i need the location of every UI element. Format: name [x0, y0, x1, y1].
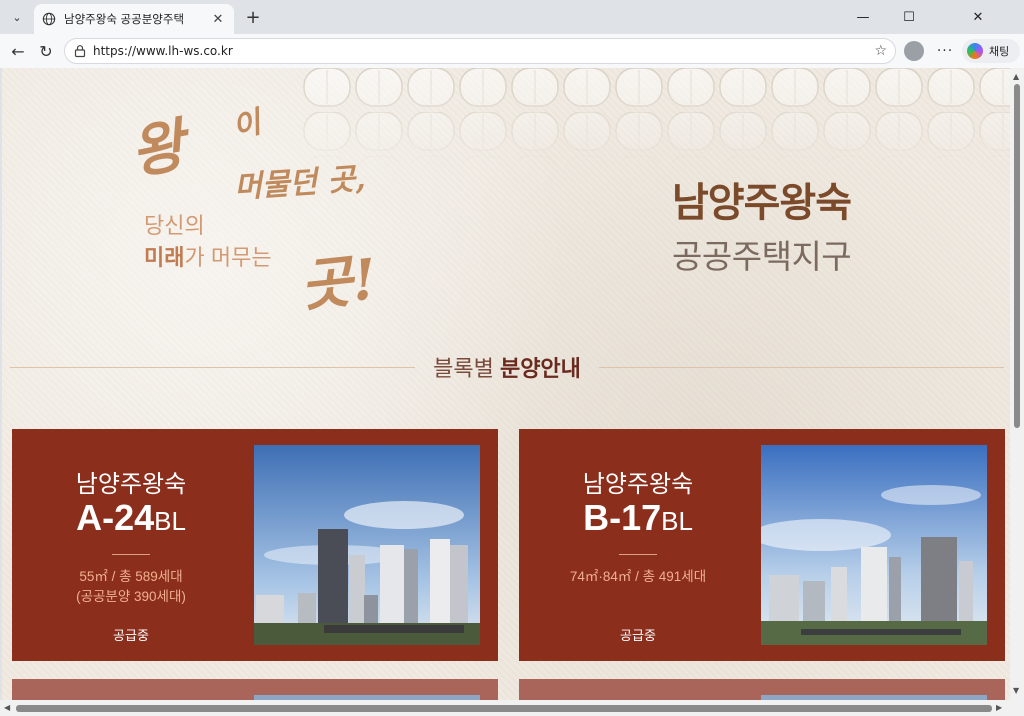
- copilot-icon: [967, 43, 983, 59]
- back-arrow-icon: ←: [11, 41, 25, 61]
- slogan-script-end: 곳!: [297, 246, 380, 320]
- card-block-code: B-17BL: [519, 499, 757, 540]
- maximize-button[interactable]: ☐: [886, 0, 932, 34]
- card-apartment-photo: [254, 445, 480, 645]
- refresh-icon: ↻: [39, 41, 53, 61]
- scroll-right-icon[interactable]: ▶: [996, 703, 1002, 712]
- section-title: 블록별 분양안내: [415, 351, 599, 383]
- url-text: https://www.lh-ws.co.kr: [93, 44, 233, 58]
- block-card-next-row[interactable]: [12, 679, 498, 700]
- horizontal-scrollbar[interactable]: ◀ ▶: [0, 700, 1024, 716]
- block-card-a24[interactable]: 남양주왕숙 A-24BL 55㎡ / 총 589세대 (공공분양 390세대) …: [12, 429, 498, 661]
- close-window-button[interactable]: ✕: [932, 0, 1024, 34]
- card-size-line1: 74㎡·84㎡ / 총 491세대: [569, 569, 707, 584]
- scroll-down-icon[interactable]: ▼: [1013, 686, 1019, 695]
- block-card-b17[interactable]: 남양주왕숙 B-17BL 74㎡·84㎡ / 총 491세대 공급중: [519, 429, 1005, 661]
- refresh-button[interactable]: ↻: [34, 39, 58, 63]
- new-tab-button[interactable]: +: [242, 6, 264, 28]
- minimize-button[interactable]: —: [840, 0, 886, 34]
- close-tab-icon[interactable]: ✕: [210, 12, 226, 27]
- section-title-bold: 분양안내: [499, 356, 581, 381]
- tab-bar: ⌄ 남양주왕숙 공공분양주택 ✕ + — ☐ ✕: [0, 0, 1024, 34]
- tab-list-button[interactable]: ⌄: [6, 6, 28, 28]
- hero-title-main: 남양주왕숙: [672, 181, 852, 225]
- copilot-chat-button[interactable]: 채팅: [962, 39, 1020, 63]
- card-info: 남양주왕숙 B-17BL 74㎡·84㎡ / 총 491세대 공급중: [519, 429, 757, 661]
- browser-tab[interactable]: 남양주왕숙 공공분양주택 ✕: [34, 4, 234, 34]
- back-button[interactable]: ←: [6, 39, 30, 63]
- slogan-script-wang: 왕: [125, 110, 190, 188]
- card-complex-name: 남양주왕숙: [75, 471, 187, 498]
- card-block-code: A-24BL: [12, 499, 250, 540]
- hero-slogan: 왕 이 머물던 곳, 당신의 미래가 머무는 곳!: [122, 98, 462, 348]
- card-size-line1: 55㎡ / 총 589세대: [79, 569, 183, 584]
- page-viewport: 왕 이 머물던 곳, 당신의 미래가 머무는 곳! 남양주왕숙 공공주택지구 블…: [2, 68, 1010, 700]
- slogan-sub-bold: 미래: [144, 245, 185, 270]
- slogan-script-i: 이: [228, 104, 265, 146]
- lock-icon: [74, 45, 86, 58]
- card-status: 공급중: [113, 628, 149, 643]
- address-bar[interactable]: https://www.lh-ws.co.kr ☆: [64, 38, 896, 64]
- block-card-next-row[interactable]: [519, 679, 1005, 700]
- more-menu-button[interactable]: ···: [934, 40, 956, 62]
- horizontal-scroll-thumb[interactable]: [16, 705, 992, 712]
- card-apartment-photo: [761, 445, 987, 645]
- card-block-number: B-17: [583, 497, 662, 538]
- scroll-up-icon[interactable]: ▲: [1013, 72, 1019, 81]
- browser-toolbar: ← ↻ https://www.lh-ws.co.kr ☆ ··· 채팅: [0, 34, 1024, 68]
- card-info: 남양주왕숙 A-24BL 55㎡ / 총 589세대 (공공분양 390세대) …: [12, 429, 250, 661]
- vertical-scrollbar[interactable]: ▲ ▼: [1010, 68, 1024, 700]
- hero-title-sub: 공공주택지구: [672, 238, 852, 275]
- copilot-label: 채팅: [989, 45, 1010, 58]
- section-heading: 블록별 분양안내: [10, 351, 1005, 383]
- slogan-sub-line2: 미래가 머무는: [144, 240, 272, 272]
- card-complex-name: 남양주왕숙: [582, 471, 694, 498]
- card-divider: [619, 554, 657, 555]
- chevron-down-icon: ⌄: [12, 10, 22, 24]
- card-divider: [112, 554, 150, 555]
- hero-title: 남양주왕숙 공공주택지구: [672, 170, 932, 278]
- card-size-line2: (공공분양 390세대): [76, 589, 186, 604]
- heading-divider-right: [598, 366, 1005, 368]
- tab-title: 남양주왕숙 공공분양주택: [64, 12, 185, 26]
- profile-avatar[interactable]: [904, 41, 924, 61]
- slogan-script-line2: 머물던 곳,: [233, 161, 367, 206]
- slogan-sub-rest: 가 머무는: [184, 245, 272, 270]
- card-block-suffix: BL: [661, 506, 693, 536]
- card-status: 공급중: [620, 628, 656, 643]
- vertical-scroll-thumb[interactable]: [1014, 84, 1020, 428]
- favorite-star-icon[interactable]: ☆: [874, 43, 887, 59]
- globe-icon: [42, 12, 56, 26]
- slogan-sub-line1: 당신의: [144, 213, 205, 238]
- section-title-light: 블록별: [433, 356, 494, 381]
- heading-divider-left: [10, 366, 416, 368]
- scroll-left-icon[interactable]: ◀: [4, 703, 10, 712]
- card-block-number: A-24: [76, 497, 155, 538]
- card-block-suffix: BL: [154, 506, 186, 536]
